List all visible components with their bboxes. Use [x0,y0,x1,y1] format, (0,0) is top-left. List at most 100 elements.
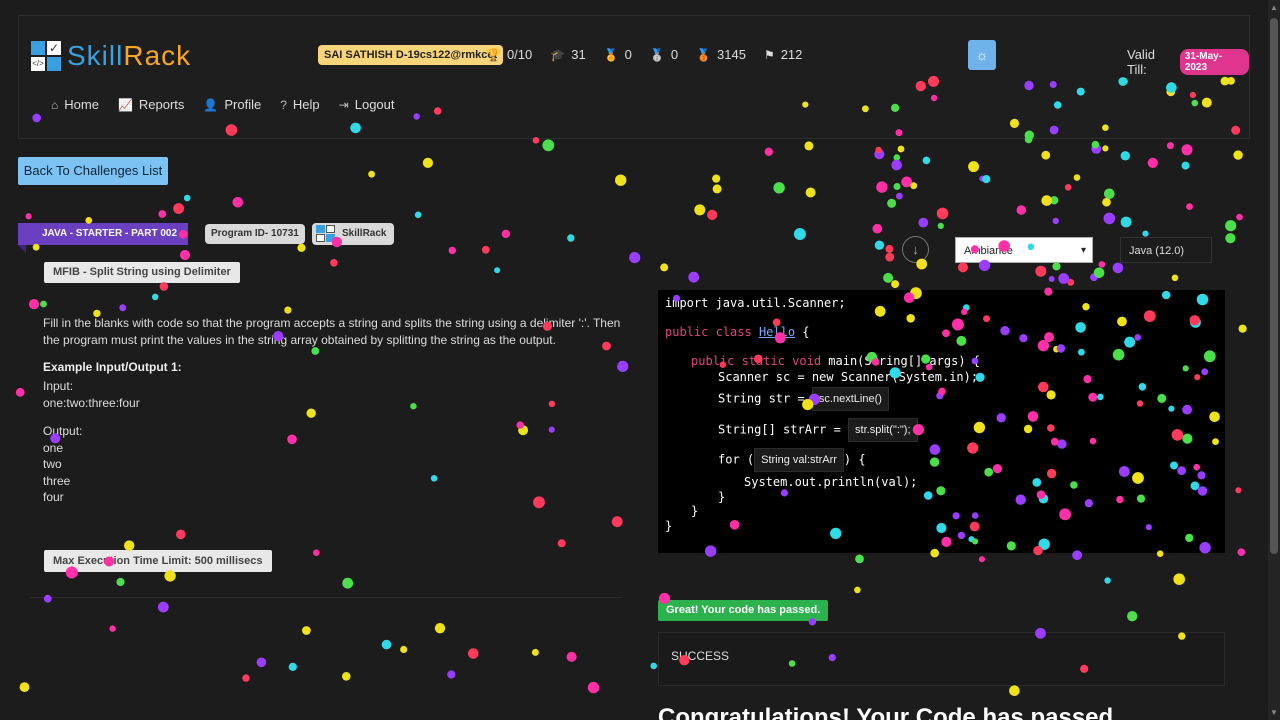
confetti-dot [615,174,627,186]
confetti-dot [883,272,894,283]
confetti-dot [1052,262,1061,271]
confetti-dot [660,263,669,272]
back-to-challenges-button[interactable]: Back To Challenges List [18,157,168,185]
confetti-dot [804,141,814,151]
arrow-down-icon: ↓ [912,242,919,257]
confetti-dot [891,159,902,171]
confetti-dot [1041,150,1051,160]
confetti-dot [119,304,127,312]
confetti-dot [516,421,524,429]
confetti-dot [1103,212,1116,225]
problem-title: MFIB - Split String using Delimiter [44,262,240,283]
result-status-box: SUCCESS [658,632,1225,686]
scroll-down-icon[interactable]: ▼ [1270,708,1278,717]
program-id-badge: Program ID- 10731 [205,224,305,244]
nav-label: Reports [138,97,185,112]
logout-icon: ⇥ [338,97,349,112]
nav-logout[interactable]: ⇥ Logout [339,97,395,112]
confetti-dot [1098,261,1106,268]
confetti-dot [1127,611,1138,622]
language-select[interactable]: Java (12.0) [1120,237,1212,263]
confetti-dot [284,306,292,314]
confetti-dot [918,217,929,228]
confetti-dot [854,586,861,594]
stat-silver: 🥈 0 [650,47,678,62]
confetti-dot [968,161,980,173]
stat-gold: 🏅 0 [604,47,632,62]
page-scrollbar[interactable]: ▲ ▼ [1268,0,1280,720]
blank-input-1[interactable]: sc.nextLine() [811,387,889,411]
stat-value: 212 [780,47,803,62]
confetti-dot [159,282,169,291]
pass-badge: Great! Your code has passed. [658,600,829,621]
blank-input-3[interactable]: String val:strArr [754,448,844,472]
medal-gold-icon: 🏅 [603,47,619,62]
output-label: Output: [43,424,83,438]
theme-toggle-button[interactable]: ☼ [968,40,996,70]
nav-reports[interactable]: 📈 Reports [118,97,184,112]
confetti-dot [179,249,191,261]
confetti-dot [481,245,490,254]
confetti-dot [288,662,297,672]
confetti-dot [1052,217,1059,225]
confetti-dot [922,156,931,165]
code-line: public class Hello { [665,325,810,339]
output-line: one [43,440,64,455]
confetti-dot [1142,230,1149,237]
code-line: String str = sc.nextLine() [718,387,889,411]
confetti-dot [885,252,895,262]
confetti-dot [1064,184,1072,191]
skillrack-logo[interactable]: ✓ </> SkillRack [31,40,191,72]
code-line: String[] strArr = str.split(":"); [718,418,918,442]
confetti-dot [43,594,52,603]
confetti-dot [157,601,169,613]
confetti-dot [937,222,944,229]
stat-value: 31 [571,47,586,62]
code-editor[interactable]: import java.util.Scanner; public class H… [658,290,1225,553]
confetti-dot [302,626,311,635]
confetti-dot [242,674,250,682]
confetti-dot [1093,267,1105,279]
time-limit-badge: Max Execution Time Limit: 500 millisecs [44,550,272,572]
confetti-dot [650,662,657,670]
confetti-dot [1091,140,1100,149]
nav-help[interactable]: ? Help [280,97,319,112]
confetti-dot [1171,274,1179,282]
confetti-dot [1016,205,1027,215]
nav-home[interactable]: ⌂ Home [51,97,99,112]
stat-flags: ⚑ 212 [764,47,802,62]
confetti-dot [1050,196,1059,205]
confetti-dot [936,207,949,220]
medal-bronze-icon: 🥉 [696,47,712,62]
confetti-dot [531,648,539,656]
skillrack-badge: SkillRack [312,223,395,245]
confetti-dot [712,174,721,183]
code-line: import java.util.Scanner; [665,296,846,310]
blank-input-2[interactable]: str.split(":"); [848,418,918,442]
scroll-up-icon[interactable]: ▲ [1270,3,1278,12]
download-button[interactable]: ↓ [902,236,929,263]
stat-trophies: 🏆 0/10 [486,47,532,62]
confetti-dot [287,434,297,445]
nav-profile[interactable]: 👤 Profile [203,97,261,112]
editor-theme-select[interactable]: Ambiance ▾ [955,237,1093,263]
confetti-dot [978,556,985,563]
confetti-dot [805,187,816,198]
output-line: two [43,457,62,471]
scroll-thumb[interactable] [1270,18,1278,554]
confetti-dot [887,198,897,208]
output-line: three [43,473,71,488]
confetti-dot [173,203,185,214]
confetti-dot [1120,216,1132,228]
nav-label: Logout [354,97,395,112]
confetti-dot [1225,233,1236,244]
user-badge: SAI SATHISH D-19cs122@rmkcet [318,45,504,65]
confetti-dot [1009,685,1020,696]
confetti-dot [982,175,991,184]
confetti-dot [874,240,885,250]
track-ribbon: JAVA - STARTER - PART 002 [18,223,188,253]
panel-divider [30,597,622,598]
confetti-dot [313,549,320,556]
confetti-dot [897,145,905,153]
confetti-dot [1073,174,1081,181]
